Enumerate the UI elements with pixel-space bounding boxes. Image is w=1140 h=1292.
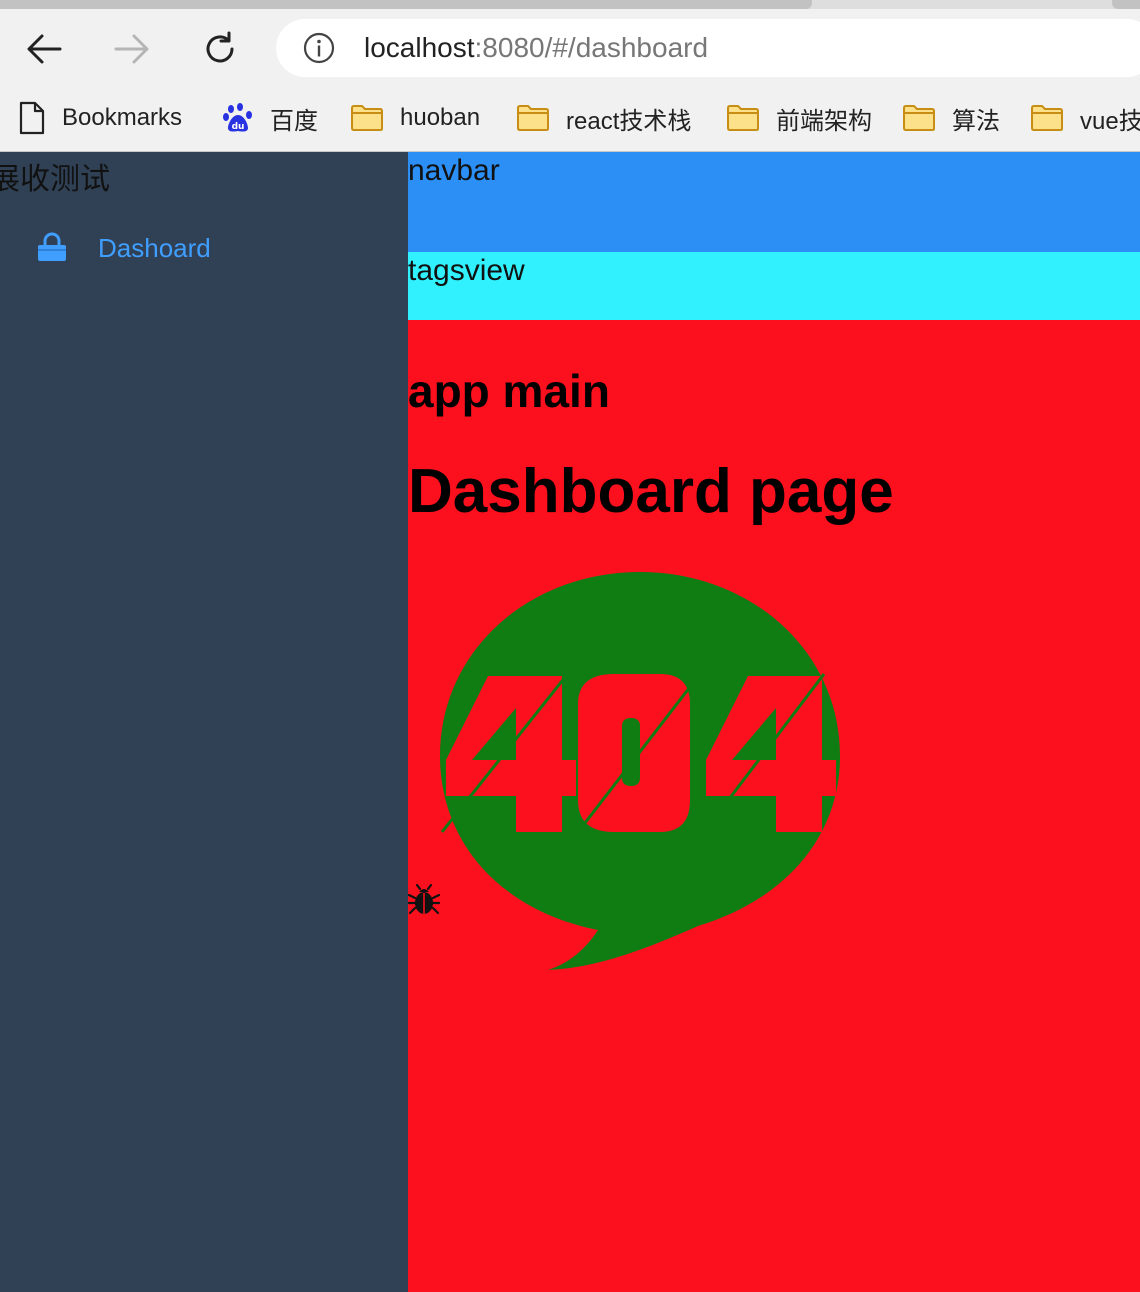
bookmark-frontend-arch[interactable]: 前端架构 [726,98,872,138]
url-host: localhost [364,32,475,63]
404-bubble-image [440,572,840,970]
bookmark-label: 前端架构 [776,107,872,135]
folder-icon [727,105,759,131]
bookmark-bookmarks[interactable]: Bookmarks [18,98,182,138]
folder-icon [517,105,549,131]
back-arrow-icon [27,34,62,64]
bookmark-label: 百度 [270,107,318,135]
address-bar[interactable]: localhost:8080/#/dashboard [276,19,1140,77]
bookmark-label: react技术栈 [566,107,692,135]
bookmark-label: Bookmarks [62,104,183,131]
bookmark-label: vue技 [1080,107,1140,135]
forward-button[interactable] [110,27,154,71]
browser-toolbar: localhost:8080/#/dashboard [0,9,1140,86]
browser-tab[interactable] [0,0,812,9]
back-button[interactable] [22,27,66,71]
bookmarks-bar: Bookmarks du 百度 huoban react技术栈 前端架构 算法 … [0,86,1140,152]
bookmark-huoban[interactable]: huoban [350,98,480,138]
folder-icon [1031,105,1063,131]
baidu-icon: du [223,103,252,132]
sidebar-item-dashboard[interactable]: Dashoard [0,222,408,274]
bookmark-label: huoban [400,104,481,131]
app-main-heading: app main [408,365,610,417]
tagsview: tagsview [408,252,1140,320]
url-text[interactable]: localhost:8080/#/dashboard [364,30,708,66]
url-path: :8080/#/dashboard [474,32,709,63]
folder-icon [351,105,383,131]
info-icon[interactable] [303,32,335,64]
bookmark-algorithm[interactable]: 算法 [902,98,1000,138]
bookmark-label: 算法 [952,107,1000,135]
sidebar: 展收测试 Dashoard [0,152,408,1292]
tagsview-label: tagsview [408,254,525,287]
page-icon [19,101,45,135]
navbar-label: navbar [408,154,500,187]
sidebar-item-label: Dashoard [98,233,211,263]
forward-arrow-icon [114,34,149,64]
folder-icon [903,105,935,131]
page-title: Dashboard page [408,457,894,526]
svg-text:du: du [232,122,245,132]
bug-icon [408,884,440,915]
browser-tab-secondary[interactable] [1112,0,1140,9]
navbar: navbar [408,152,1140,252]
reload-button[interactable] [198,27,242,71]
bookmark-vue[interactable]: vue技 [1030,98,1140,138]
lock-icon [38,232,66,261]
app-main: app main Dashboard page [408,320,1140,1292]
bookmark-react[interactable]: react技术栈 [516,98,691,138]
bookmark-baidu[interactable]: du 百度 [222,98,318,138]
reload-icon [206,31,234,63]
sidebar-title[interactable]: 展收测试 [0,154,110,198]
